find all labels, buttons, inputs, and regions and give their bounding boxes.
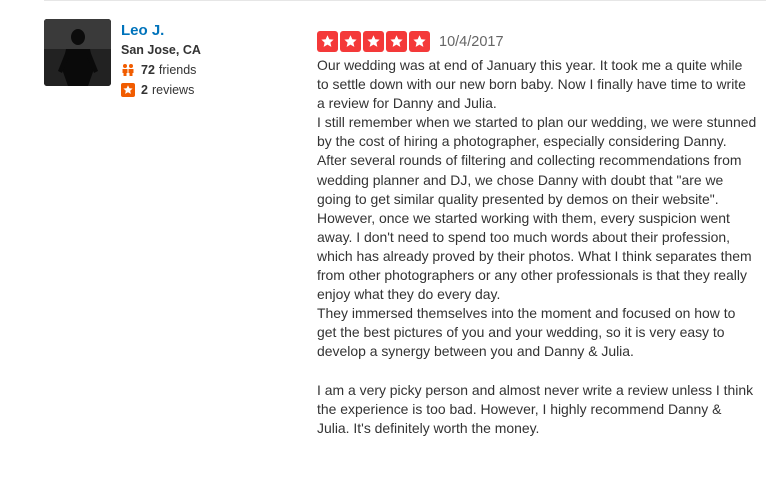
star-icon [386,31,407,52]
friends-icon [121,63,135,77]
review-paragraph: I still remember when we started to plan… [317,114,757,303]
star-icon [409,31,430,52]
user-location: San Jose, CA [121,43,201,57]
avatar[interactable] [44,19,111,86]
friends-count-value: 72 [141,63,155,77]
friends-count: 72 friends [121,62,196,78]
star-icon [340,31,361,52]
user-name-link[interactable]: Leo J. [121,22,164,40]
review-text: Our wedding was at end of January this y… [317,56,757,438]
review-paragraph: I am a very picky person and almost neve… [317,381,754,436]
reviews-count: 2 reviews [121,82,194,98]
star-icon [363,31,384,52]
review-paragraph: Our wedding was at end of January this y… [317,57,746,112]
reviews-count-value: 2 [141,83,148,97]
reviews-label: reviews [151,83,195,97]
star-rating [317,31,430,52]
review-paragraph: They immersed themselves into the moment… [317,305,736,360]
review-star-icon [121,83,135,97]
star-icon [317,31,338,52]
top-divider [44,0,766,1]
review-date: 10/4/2017 [439,34,504,50]
friends-label: friends [158,63,197,77]
